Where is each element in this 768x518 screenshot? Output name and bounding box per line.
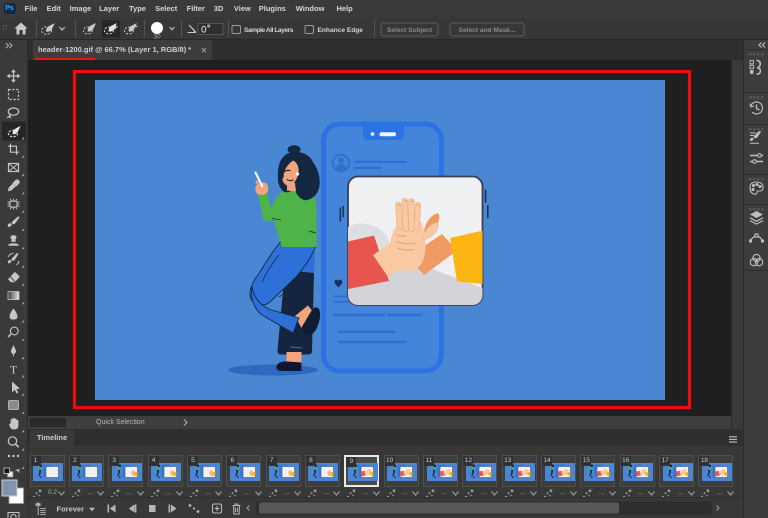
svg-text:Select and Mask...: Select and Mask... xyxy=(459,27,516,34)
svg-text:T: T xyxy=(10,363,18,377)
svg-text:Sample All Layers: Sample All Layers xyxy=(244,27,294,34)
svg-text:Select Subject: Select Subject xyxy=(387,27,433,34)
svg-text:Forever: Forever xyxy=(57,505,85,514)
svg-text:Enhance Edge: Enhance Edge xyxy=(318,27,364,34)
